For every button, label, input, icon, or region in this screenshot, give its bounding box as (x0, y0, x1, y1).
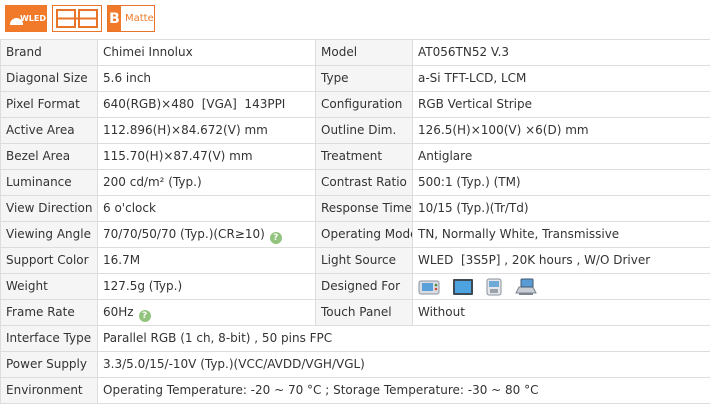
spec-value: 5.6 inch (97, 65, 316, 92)
table-row: Interface Type Parallel RGB (1 ch, 8-bit… (0, 325, 710, 352)
spec-label: Viewing Angle (0, 221, 98, 248)
spec-label: Pixel Format (0, 91, 98, 118)
spec-label: Configuration (315, 91, 413, 118)
spec-value: 16.7M (97, 247, 316, 274)
spec-value: 127.5g (Typ.) (97, 273, 316, 300)
spec-value: a-Si TFT-LCD, LCM (412, 65, 710, 92)
wled-badge-label: WLED (19, 14, 46, 23)
table-row: Environment Operating Temperature: -20 ~… (0, 377, 710, 404)
spec-value: 6 o'clock (97, 195, 316, 222)
spec-label: Type (315, 65, 413, 92)
spec-label: Outline Dim. (315, 117, 413, 144)
help-icon[interactable]: ? (269, 232, 282, 244)
spec-label: Designed For (315, 273, 413, 300)
table-row: Weight 127.5g (Typ.) Designed For (0, 273, 710, 300)
wled-badge: WLED (5, 5, 47, 32)
spec-value: Without (412, 299, 710, 326)
spec-label: Brand (0, 39, 98, 66)
spec-label: Interface Type (0, 325, 98, 352)
spec-value: 10/15 (Typ.)(Tr/Td) (412, 195, 710, 222)
spec-value: 200 cd/m² (Typ.) (97, 169, 316, 196)
spec-label: Diagonal Size (0, 65, 98, 92)
spec-value: 115.70(H)×87.47(V) mm (97, 143, 316, 170)
matte-badge-label: Matte (125, 13, 154, 24)
table-row: Power Supply 3.3/5.0/15/-10V (Typ.)(VCC/… (0, 351, 710, 378)
spec-value-cell: 60Hz? (97, 299, 316, 326)
spec-label: Touch Panel (315, 299, 413, 326)
spec-label: Response Time (315, 195, 413, 222)
spec-label: Light Source (315, 247, 413, 274)
spec-value: WLED [3S5P] , 20K hours , W/O Driver (412, 247, 710, 274)
spec-label: Model (315, 39, 413, 66)
spec-label: Luminance (0, 169, 98, 196)
table-row: View Direction 6 o'clock Response Time 1… (0, 195, 710, 222)
table-row: Frame Rate 60Hz? Touch Panel Without (0, 299, 710, 326)
help-icon[interactable]: ? (138, 310, 151, 322)
connector-badge (52, 5, 102, 32)
spec-value: Antiglare (412, 143, 710, 170)
spec-value: 640(RGB)×480 [VGA] 143PPI (97, 91, 316, 118)
medical-monitor-icon[interactable] (418, 278, 440, 296)
spec-value-cell: 70/70/50/70 (Typ.)(CR≥10)? (97, 221, 316, 248)
intercom-panel-icon[interactable] (486, 278, 502, 296)
spec-value: 126.5(H)×100(V) ×6(D) mm (412, 117, 710, 144)
spec-label: Support Color (0, 247, 98, 274)
feature-badges: WLED B Matte (5, 5, 155, 32)
spec-label: Active Area (0, 117, 98, 144)
pos-terminal-icon[interactable] (514, 278, 538, 296)
table-row: Pixel Format 640(RGB)×480 [VGA] 143PPI C… (0, 91, 710, 118)
spec-value: Chimei Innolux (97, 39, 316, 66)
spec-value: 112.896(H)×84.672(V) mm (97, 117, 316, 144)
spec-value: 60Hz (103, 305, 134, 319)
spec-label: Treatment (315, 143, 413, 170)
spec-label: View Direction (0, 195, 98, 222)
spec-value: TN, Normally White, Transmissive (412, 221, 710, 248)
table-row: Luminance 200 cd/m² (Typ.) Contrast Rati… (0, 169, 710, 196)
spec-label: Frame Rate (0, 299, 98, 326)
spec-label: Contrast Ratio (315, 169, 413, 196)
spec-label: Bezel Area (0, 143, 98, 170)
spec-label: Power Supply (0, 351, 98, 378)
spec-value: AT056TN52 V.3 (412, 39, 710, 66)
spec-table: Brand Chimei Innolux Model AT056TN52 V.3… (0, 39, 710, 404)
table-row: Support Color 16.7M Light Source WLED [3… (0, 247, 710, 274)
matte-mark-icon: B (108, 6, 121, 31)
table-row: Viewing Angle 70/70/50/70 (Typ.)(CR≥10)?… (0, 221, 710, 248)
spec-value: RGB Vertical Stripe (412, 91, 710, 118)
connector-icon (56, 9, 98, 28)
backlight-icon (9, 13, 23, 25)
spec-value: 70/70/50/70 (Typ.)(CR≥10) (103, 227, 265, 241)
table-row: Bezel Area 115.70(H)×87.47(V) mm Treatme… (0, 143, 710, 170)
industrial-display-icon[interactable] (452, 278, 474, 296)
table-row: Brand Chimei Innolux Model AT056TN52 V.3 (0, 39, 710, 66)
spec-label: Operating Mode (315, 221, 413, 248)
spec-value: Operating Temperature: -20 ~ 70 °C ; Sto… (97, 377, 710, 404)
spec-label: Weight (0, 273, 98, 300)
spec-value: 500:1 (Typ.) (TM) (412, 169, 710, 196)
table-row: Active Area 112.896(H)×84.672(V) mm Outl… (0, 117, 710, 144)
table-row: Diagonal Size 5.6 inch Type a-Si TFT-LCD… (0, 65, 710, 92)
designed-for-icons (412, 273, 710, 300)
matte-badge: B Matte (107, 5, 155, 32)
spec-label: Environment (0, 377, 98, 404)
spec-value: Parallel RGB (1 ch, 8-bit) , 50 pins FPC (97, 325, 710, 352)
spec-value: 3.3/5.0/15/-10V (Typ.)(VCC/AVDD/VGH/VGL) (97, 351, 710, 378)
